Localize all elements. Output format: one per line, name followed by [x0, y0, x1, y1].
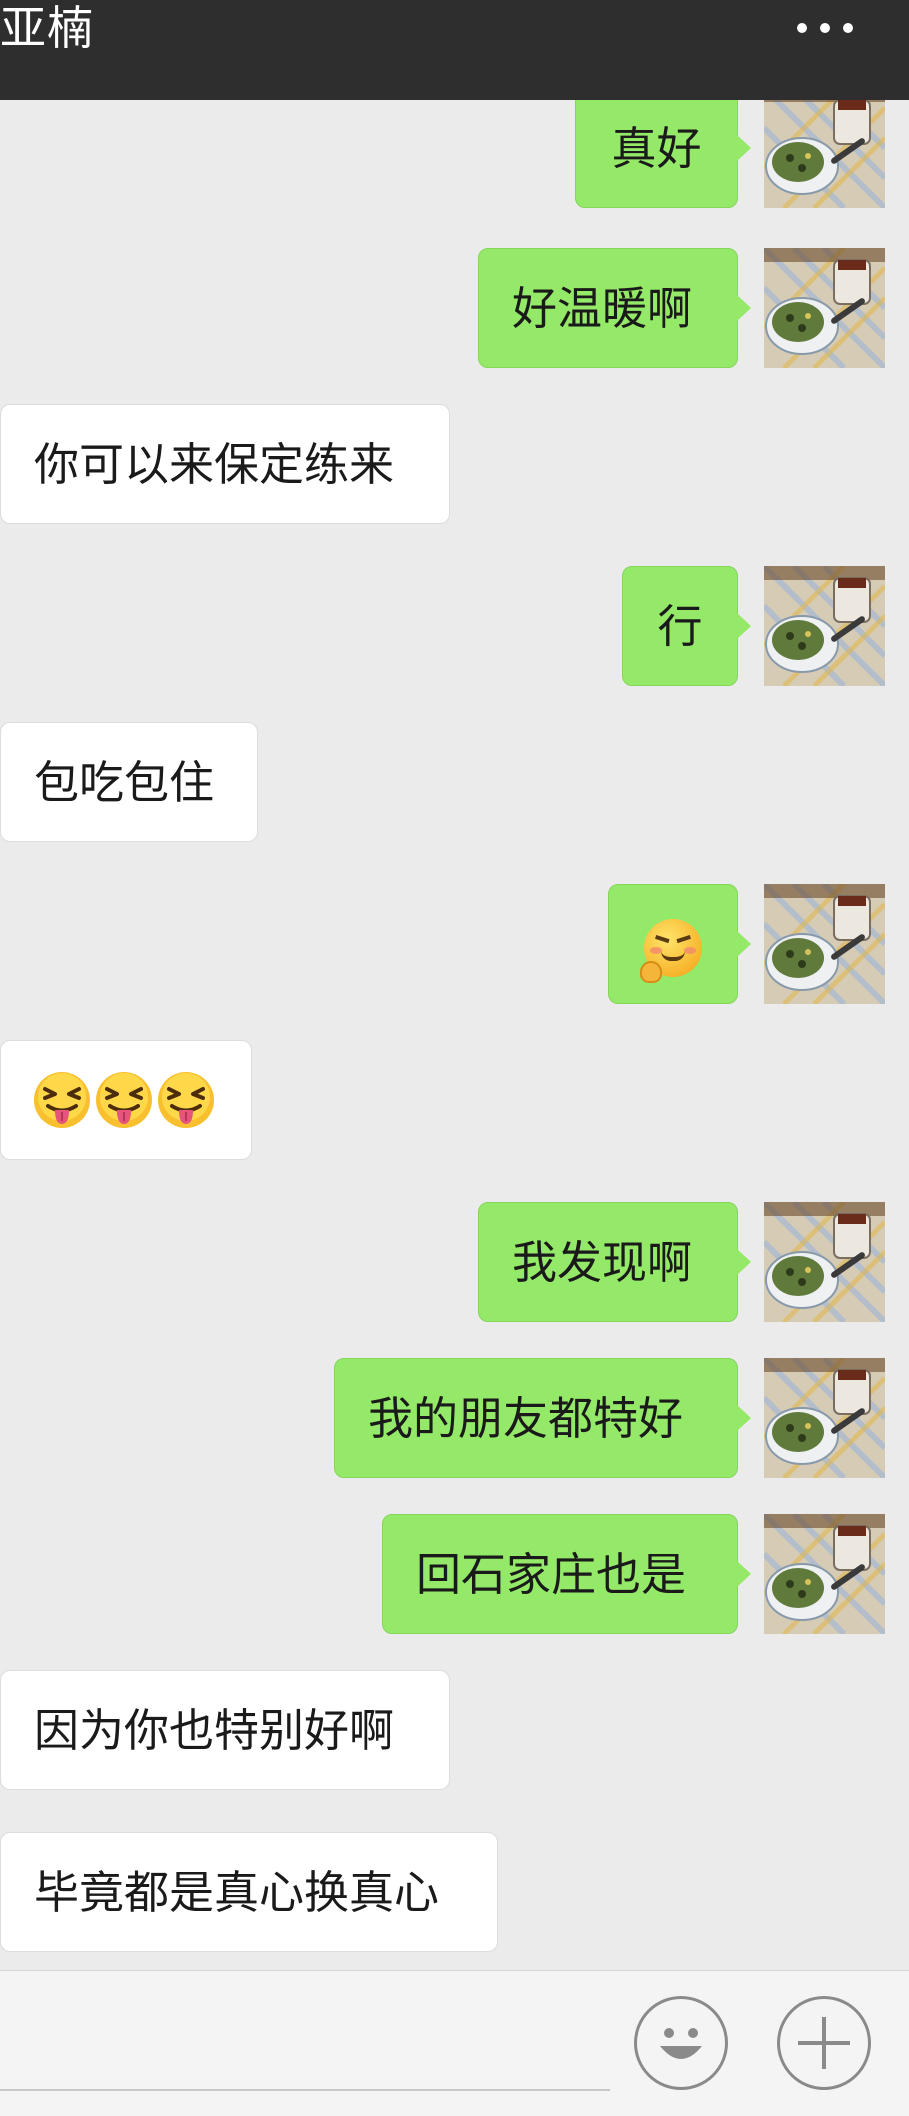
- message-bubble-outgoing[interactable]: 我发现啊: [478, 1202, 751, 1322]
- message-bubble-outgoing[interactable]: 真好: [575, 100, 751, 208]
- message-bubble-outgoing[interactable]: 回石家庄也是: [382, 1514, 751, 1634]
- message-thread[interactable]: 真好 好温暖啊 你可以来保定练来 行 包吃包住 我发现啊 我的朋友都特好 回石家…: [0, 100, 909, 1970]
- avatar[interactable]: [764, 248, 885, 368]
- chat-title: 亚楠: [0, 1, 94, 55]
- smiley-icon[interactable]: [634, 1996, 728, 2090]
- message-input[interactable]: [0, 1999, 610, 2091]
- message-input-bar: [0, 1970, 909, 2116]
- squinting-tongue-face-emoji: [95, 1071, 153, 1129]
- avatar[interactable]: [764, 566, 885, 686]
- squinting-tongue-face-emoji: [157, 1071, 215, 1129]
- message-bubble-incoming[interactable]: 因为你也特别好啊: [0, 1670, 450, 1790]
- chat-header: 亚楠: [0, 0, 909, 100]
- plus-icon[interactable]: [777, 1996, 871, 2090]
- message-bubble-outgoing[interactable]: [608, 884, 751, 1004]
- message-bubble-incoming[interactable]: 包吃包住: [0, 722, 258, 842]
- avatar[interactable]: [764, 1202, 885, 1322]
- message-bubble-outgoing[interactable]: 好温暖啊: [478, 248, 751, 368]
- message-bubble-incoming[interactable]: [0, 1040, 252, 1160]
- avatar[interactable]: [764, 100, 885, 208]
- message-bubble-outgoing[interactable]: 我的朋友都特好: [334, 1358, 751, 1478]
- message-bubble-incoming[interactable]: 你可以来保定练来: [0, 404, 450, 524]
- more-options-icon[interactable]: [797, 18, 853, 38]
- avatar[interactable]: [764, 884, 885, 1004]
- shy-giggle-face-emoji: [640, 919, 702, 983]
- message-bubble-outgoing[interactable]: 行: [622, 566, 751, 686]
- avatar[interactable]: [764, 1358, 885, 1478]
- avatar[interactable]: [764, 1514, 885, 1634]
- message-bubble-incoming[interactable]: 毕竟都是真心换真心: [0, 1832, 498, 1952]
- squinting-tongue-face-emoji: [33, 1071, 91, 1129]
